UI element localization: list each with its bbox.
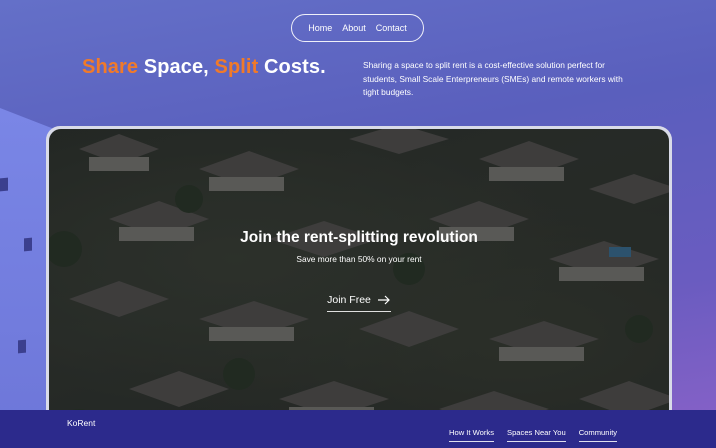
page-headline: Share Space, Split Costs. xyxy=(82,56,326,79)
brand-logo-text[interactable]: KoRent xyxy=(67,418,95,428)
footer-link-how-it-works[interactable]: How It Works xyxy=(449,428,495,442)
footer-link-spaces-near-you[interactable]: Spaces Near You xyxy=(507,428,566,442)
join-free-label: Join Free xyxy=(327,294,371,306)
building-window xyxy=(0,177,8,192)
headline-space: Space, xyxy=(138,56,215,78)
join-free-button[interactable]: Join Free xyxy=(327,294,391,312)
hero-frame: Join the rent-splitting revolution Save … xyxy=(46,126,672,448)
building-window xyxy=(24,237,32,252)
hero-subtitle: Save more than 50% on your rent xyxy=(296,254,422,264)
footer-nav: How It Works Spaces Near You Community xyxy=(449,428,618,442)
building-window xyxy=(18,339,26,354)
nav-about-link[interactable]: About xyxy=(342,23,366,33)
top-nav: Home About Contact xyxy=(291,14,424,42)
nav-contact-link[interactable]: Contact xyxy=(376,23,407,33)
arrow-right-icon xyxy=(377,295,390,305)
headline-share: Share xyxy=(82,56,139,78)
nav-home-link[interactable]: Home xyxy=(308,23,332,33)
footer-link-community[interactable]: Community xyxy=(578,428,618,442)
headline-split: Split xyxy=(214,56,259,78)
hero-title: Join the rent-splitting revolution xyxy=(240,229,478,246)
hero-content: Join the rent-splitting revolution Save … xyxy=(49,229,669,312)
headline-costs: Costs. xyxy=(258,56,326,78)
hero-banner: Join the rent-splitting revolution Save … xyxy=(49,129,669,448)
intro-text: Sharing a space to split rent is a cost-… xyxy=(363,60,623,97)
